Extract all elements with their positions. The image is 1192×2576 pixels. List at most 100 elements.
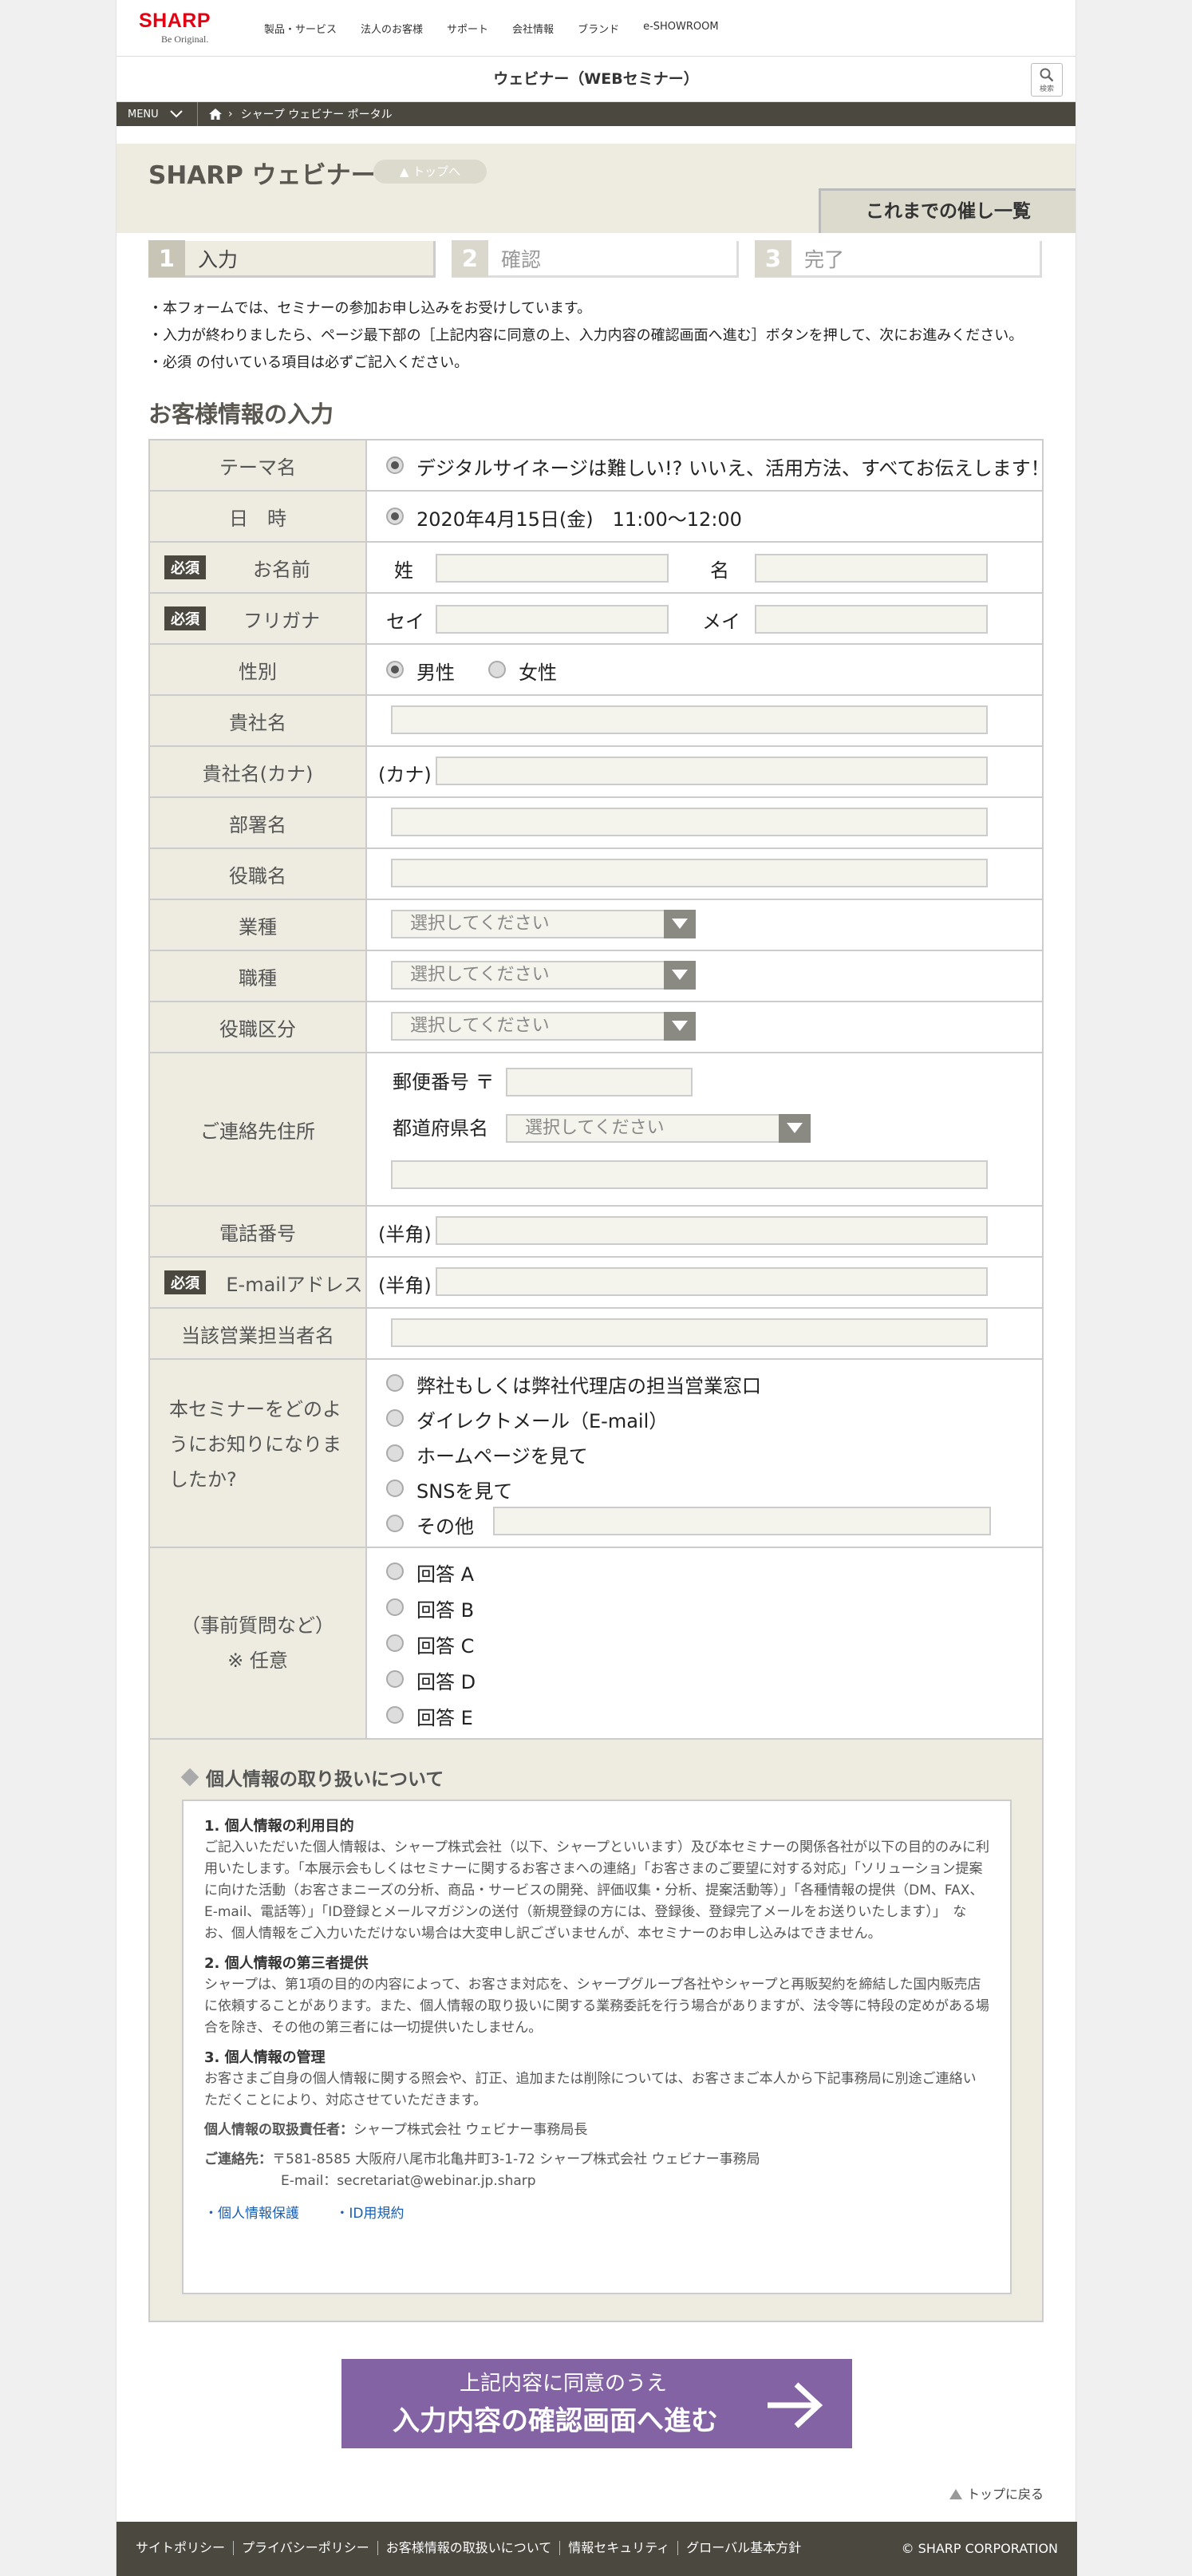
nav-company[interactable]: 会社情報 <box>512 21 554 36</box>
nav-eshowroom[interactable]: e-SHOWROOM <box>643 21 719 36</box>
first-name-field[interactable] <box>755 554 988 583</box>
site-title: ウェビナー（WEBセミナー） <box>493 70 699 88</box>
source-other-field[interactable] <box>493 1507 991 1535</box>
answer-radio[interactable] <box>386 1634 404 1652</box>
form-notes: ・本フォームでは、セミナーの参加お申し込みをお受けしています。 ・入力が終わりま… <box>148 295 1023 377</box>
privacy-section: 個人情報の取り扱いについて 1. 個人情報の利用目的 ご記入いただいた個人情報は… <box>148 1740 1044 2322</box>
footer-link[interactable]: グローバル基本方針 <box>678 2541 809 2555</box>
theme-value: デジタルサイネージは難しい!? いいえ、活用方法、すべてお伝えします！ <box>416 457 1050 480</box>
source-radio[interactable] <box>386 1444 404 1462</box>
nav-support[interactable]: サポート <box>447 21 488 36</box>
privacy-protection-link[interactable]: ・個人情報保護 <box>204 2206 299 2222</box>
kana-header: 必須 フリガナ <box>150 594 367 643</box>
privacy-section-title: 1. 個人情報の利用目的 <box>204 1818 354 1835</box>
last-kana-field[interactable] <box>436 605 669 634</box>
dept-field[interactable] <box>391 808 988 836</box>
answer-radio[interactable] <box>386 1598 404 1616</box>
breadcrumb-separator: › <box>228 108 233 121</box>
top-button[interactable]: ▲ トップへ <box>373 160 487 184</box>
gender-female-radio[interactable] <box>488 661 506 678</box>
gender-male-label: 男性 <box>416 662 455 684</box>
company-kana-field[interactable] <box>436 757 988 785</box>
footer-link[interactable]: サイトポリシー <box>136 2541 235 2555</box>
answer-radio[interactable] <box>386 1670 404 1688</box>
note-line: ・入力が終わりましたら、ページ最下部の［上記内容に同意の上、入力内容の確認画面へ… <box>148 327 1024 344</box>
row-job: 職種 選択してください <box>150 951 1042 1002</box>
row-source: 本セミナーをどのようにお知りになりましたか? 弊社もしくは弊社代理店の担当営業窓… <box>150 1360 1042 1548</box>
sharp-logo[interactable]: SHARP Be Original. <box>139 10 211 45</box>
company-field[interactable] <box>391 705 988 734</box>
page-title: SHARP ウェビナー <box>148 161 376 190</box>
row-theme: テーマ名 デジタルサイネージは難しい!? いいえ、活用方法、すべてお伝えします！ <box>150 441 1050 492</box>
rank-label: 役職区分 <box>150 1002 367 1052</box>
position-field[interactable] <box>391 859 988 887</box>
source-option: 弊社もしくは弊社代理店の担当営業窓口 <box>416 1375 761 1397</box>
source-radio[interactable] <box>386 1409 404 1427</box>
breadcrumb: MENU › シャープ ウェビナー ポータル <box>116 102 1076 126</box>
submit-line1: 上記内容に同意のうえ <box>460 2372 668 2396</box>
gender-male-radio[interactable] <box>386 661 404 678</box>
source-radio[interactable] <box>386 1515 404 1532</box>
note-line: ・必須 の付いている項目は必ずご記入ください。 <box>148 354 469 371</box>
privacy-contact: ご連絡先：〒581-8585 大阪府八尾市北亀井町3-1-72 シャープ株式会社… <box>204 2149 989 2171</box>
source-radio[interactable] <box>386 1374 404 1392</box>
phone-field[interactable] <box>436 1216 988 1245</box>
privacy-section-body: シャープは、第1項の目的の内容によって、お客さま対応を、シャープグループ各社やシ… <box>204 1977 989 2036</box>
address-field[interactable] <box>391 1160 988 1189</box>
contact-label: ご連絡先： <box>204 2151 272 2167</box>
gender-label: 性別 <box>150 645 367 694</box>
theme-label: テーマ名 <box>150 441 367 490</box>
questions-label: （事前質問など） <box>181 1614 334 1637</box>
answer-radio[interactable] <box>386 1563 404 1580</box>
row-questions: （事前質問など） ※ 任意 回答 A 回答 B 回答 C 回答 D 回答 E <box>150 1548 1042 1740</box>
chevron-down-icon <box>664 1012 696 1041</box>
required-badge: 必須 <box>164 555 206 579</box>
nav-brand[interactable]: ブランド <box>578 21 619 36</box>
last-name-field[interactable] <box>436 554 669 583</box>
privacy-section-title: 3. 個人情報の管理 <box>204 2049 326 2066</box>
footer-link[interactable]: プライバシーポリシー <box>234 2541 378 2555</box>
source-radio[interactable] <box>386 1480 404 1497</box>
past-events-button[interactable]: これまでの催し一覧 <box>819 188 1076 233</box>
pref-select[interactable]: 選択してください <box>506 1114 811 1143</box>
theme-radio[interactable] <box>386 456 404 474</box>
search-button[interactable]: 検索 <box>1031 63 1063 97</box>
privacy-section-title: 2. 個人情報の第三者提供 <box>204 1955 369 1972</box>
first-name-label: 名 <box>710 559 729 582</box>
datetime-radio[interactable] <box>386 508 404 525</box>
select-placeholder: 選択してください <box>410 914 550 934</box>
step-confirm: 2 確認 <box>452 239 739 278</box>
step-number: 1 <box>148 239 185 277</box>
select-placeholder: 選択してください <box>410 1016 550 1036</box>
source-option: SNSを見て <box>416 1480 513 1503</box>
job-select[interactable]: 選択してください <box>391 961 696 990</box>
back-to-top-label: トップに戻る <box>966 2487 1044 2502</box>
manager-label: 個人情報の取扱責任者： <box>204 2122 353 2138</box>
page: SHARP Be Original. 製品・サービス 法人のお客様 サポート 会… <box>116 0 1077 2576</box>
breadcrumb-home[interactable] <box>209 109 222 120</box>
rank-select[interactable]: 選択してください <box>391 1012 696 1041</box>
zip-field[interactable] <box>506 1068 693 1096</box>
back-to-top-link[interactable]: トップに戻る <box>949 2483 1044 2503</box>
email-field[interactable] <box>436 1267 988 1296</box>
job-label: 職種 <box>150 951 367 1001</box>
industry-select[interactable]: 選択してください <box>391 910 696 938</box>
row-sales-rep: 当該営業担当者名 <box>150 1309 1042 1360</box>
answer-option: 回答 E <box>416 1707 473 1729</box>
first-kana-field[interactable] <box>755 605 988 634</box>
id-terms-link[interactable]: ・ID用規約 <box>335 2206 404 2222</box>
sales-rep-field[interactable] <box>391 1318 988 1347</box>
agree-and-confirm-button[interactable]: 上記内容に同意のうえ 入力内容の確認画面へ進む <box>341 2359 852 2448</box>
menu-button[interactable]: MENU <box>116 102 198 126</box>
source-label: 本セミナーをどのようにお知りになりましたか? <box>150 1360 367 1547</box>
footer-link[interactable]: 情報セキュリティ <box>560 2541 679 2555</box>
answer-radio[interactable] <box>386 1706 404 1724</box>
answer-option: 回答 D <box>416 1671 476 1693</box>
row-gender: 性別 男性 女性 <box>150 645 1042 696</box>
nav-products[interactable]: 製品・サービス <box>264 21 337 36</box>
source-option: その他 <box>416 1515 474 1538</box>
step-label: 完了 <box>804 247 845 271</box>
footer-link[interactable]: お客様情報の取扱いについて <box>378 2541 561 2555</box>
halfwidth-prefix: (半角) <box>378 1223 432 1246</box>
nav-business[interactable]: 法人のお客様 <box>361 21 423 36</box>
